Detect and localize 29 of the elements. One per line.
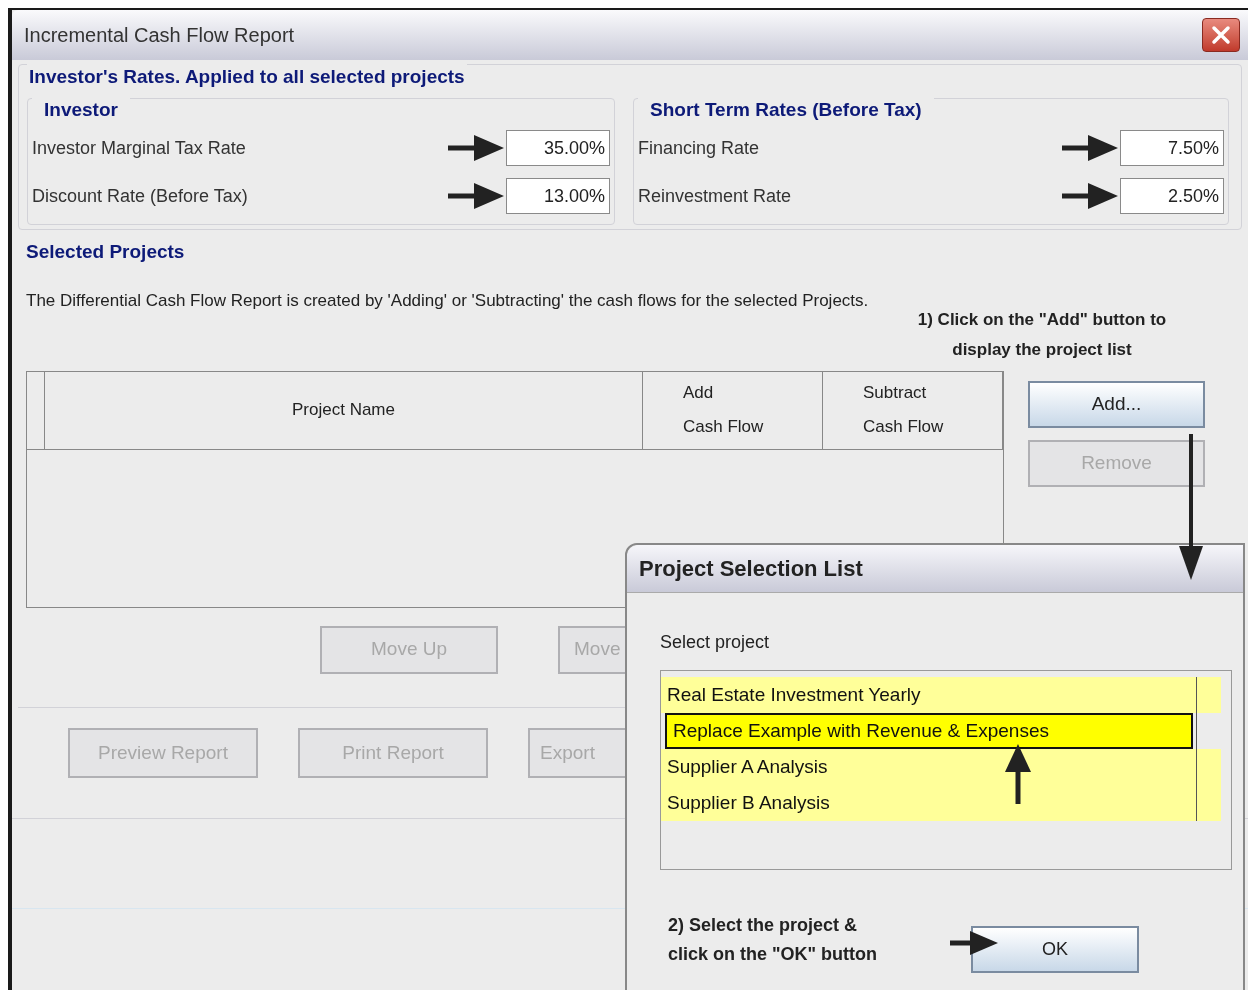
close-button[interactable]: [1202, 18, 1240, 52]
rate-field[interactable]: 13.00%: [506, 178, 610, 214]
instruction-note: 2) Select the project & click on the "OK" button: [668, 913, 879, 966]
pointer-arrow: [950, 930, 998, 956]
column-header: Project Name: [45, 371, 643, 449]
ok-button[interactable]: OK: [971, 926, 1139, 973]
field-label: Investor Marginal Tax Rate: [32, 136, 247, 160]
list-item[interactable]: Real Estate Investment Yearly: [661, 677, 1221, 713]
close-icon: [1211, 25, 1231, 45]
list-item[interactable]: Replace Example with Revenue & Expenses: [665, 713, 1193, 749]
side-button[interactable]: Add...: [1028, 380, 1205, 428]
project-list[interactable]: Real Estate Investment Yearly Replace Example with Revenue & Expenses Supplier A Analysis Supplier B Analysis: [660, 670, 1232, 870]
pointer-arrow: [1004, 744, 1032, 804]
section-title: Selected Projects: [26, 240, 185, 264]
window-title: Incremental Cash Flow Report: [24, 23, 295, 48]
list-item[interactable]: Supplier B Analysis: [661, 785, 1221, 821]
column-header: Subtract Cash Flow: [823, 371, 1003, 449]
description: The Differential Cash Flow Report is created by 'Adding' or 'Subtracting' the cash flows for the selected Projects.: [26, 289, 870, 312]
field-label: Discount Rate (Before Tax): [32, 184, 249, 208]
dialog-title: Project Selection List: [639, 555, 863, 583]
list-item[interactable]: Supplier A Analysis: [661, 749, 1221, 785]
column-header: Add Cash Flow: [643, 371, 823, 449]
rate-field[interactable]: 2.50%: [1120, 178, 1224, 214]
field-label: Financing Rate: [638, 136, 761, 160]
rate-field[interactable]: 35.00%: [506, 130, 610, 166]
instruction-note: 1) Click on the "Add" button to display the project list: [916, 308, 1168, 361]
list-label: Select project: [660, 631, 771, 654]
rate-field[interactable]: 7.50%: [1120, 130, 1224, 166]
field-label: Reinvestment Rate: [638, 184, 793, 208]
